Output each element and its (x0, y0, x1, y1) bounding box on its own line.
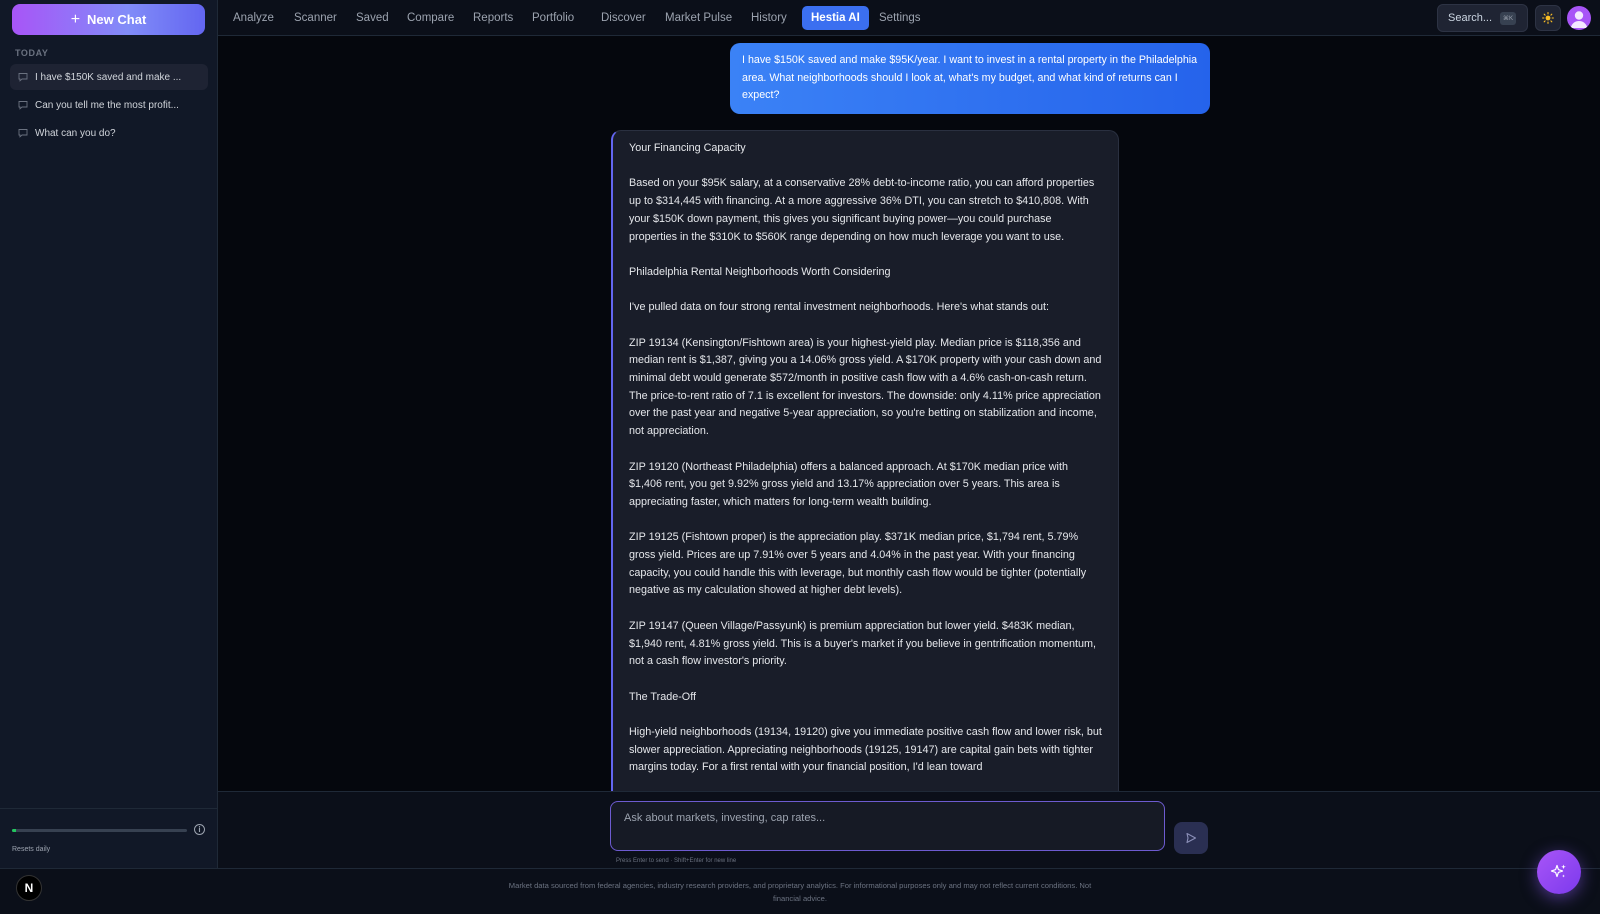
sidebar-divider (0, 808, 218, 809)
new-chat-label: New Chat (87, 12, 147, 27)
n-logo[interactable]: N (16, 875, 42, 901)
info-icon[interactable]: i (194, 824, 205, 835)
heading-neighborhoods: Philadelphia Rental Neighborhoods Worth … (629, 265, 891, 278)
tab-analyze[interactable]: Analyze (224, 6, 283, 30)
usage-progress-fill (12, 829, 16, 832)
tab-hestia-ai[interactable]: Hestia AI (802, 6, 869, 30)
tab-market-pulse[interactable]: Market Pulse (656, 6, 741, 30)
conversation-item[interactable]: I have $150K saved and make ... (10, 64, 208, 90)
assistant-message: Your Financing Capacity Based on your $9… (611, 130, 1119, 791)
conversation-title: I have $150K saved and make ... (35, 71, 182, 83)
disclaimer: Market data sourced from federal agencie… (508, 881, 1092, 903)
tab-history[interactable]: History (742, 6, 796, 30)
paragraph: I've pulled data on four strong rental i… (629, 301, 1050, 314)
new-chat-button[interactable]: + New Chat (12, 4, 205, 35)
message-input[interactable] (611, 802, 1164, 850)
conversation-title: What can you do? (35, 127, 116, 139)
tab-saved[interactable]: Saved (347, 6, 398, 30)
search-label: Search... (1448, 12, 1493, 24)
conversation-item[interactable]: Can you tell me the most profit... (10, 92, 208, 118)
usage-progress-bar (12, 829, 187, 832)
paragraph-zip-19125: ZIP 19125 (Fishtown proper) is the appre… (629, 531, 1087, 597)
heading-financing-capacity: Your Financing Capacity (629, 142, 746, 154)
conversation-title: Can you tell me the most profit... (35, 99, 179, 111)
ai-assistant-button[interactable] (1537, 850, 1581, 894)
user-icon (1570, 11, 1588, 28)
tab-reports[interactable]: Reports (464, 6, 522, 30)
paragraph: High-yield neighborhoods (19134, 19120) … (629, 726, 1102, 774)
tab-portfolio[interactable]: Portfolio (523, 6, 583, 30)
composer (610, 801, 1165, 851)
search-shortcut-badge: ⌘K (1500, 11, 1517, 25)
conversation-item[interactable]: What can you do? (10, 120, 208, 146)
section-label-today: TODAY (15, 48, 49, 58)
theme-toggle-button[interactable] (1535, 5, 1561, 31)
tab-discover[interactable]: Discover (592, 6, 655, 30)
heading-trade-off: The Trade-Off (629, 690, 697, 703)
chat-bubble-icon (18, 129, 28, 138)
send-button[interactable] (1174, 822, 1208, 854)
plus-icon: + (70, 10, 81, 28)
avatar[interactable] (1567, 6, 1591, 30)
chat-thread[interactable]: I have $150K saved and make $95K/year. I… (218, 37, 1600, 791)
search-button[interactable]: Search... ⌘K (1437, 4, 1528, 32)
sidebar: + New Chat TODAY I have $150K saved and … (0, 0, 218, 868)
top-nav: Analyze Scanner Saved Compare Reports Po… (218, 0, 1600, 36)
composer-hint: Press Enter to send · Shift+Enter for ne… (616, 858, 737, 864)
user-message: I have $150K saved and make $95K/year. I… (730, 43, 1210, 114)
sun-icon (1542, 12, 1554, 24)
composer-area: Press Enter to send · Shift+Enter for ne… (218, 791, 1600, 868)
sparkles-icon (1550, 864, 1566, 878)
tab-compare[interactable]: Compare (398, 6, 463, 30)
resets-label: Resets daily (12, 846, 51, 853)
paragraph-zip-19120: ZIP 19120 (Northeast Philadelphia) offer… (629, 460, 1068, 508)
tab-settings[interactable]: Settings (870, 6, 930, 30)
paragraph: Based on your $95K salary, at a conserva… (629, 177, 1095, 243)
chat-bubble-icon (18, 101, 28, 110)
paragraph-zip-19147: ZIP 19147 (Queen Village/Passyunk) is pr… (629, 619, 1096, 668)
send-icon (1186, 832, 1197, 844)
tab-scanner[interactable]: Scanner (285, 6, 346, 30)
footer: N Market data sourced from federal agenc… (0, 868, 1600, 914)
paragraph-zip-19134: ZIP 19134 (Kensington/Fishtown area) is … (629, 336, 1102, 438)
chat-bubble-icon (18, 73, 28, 82)
